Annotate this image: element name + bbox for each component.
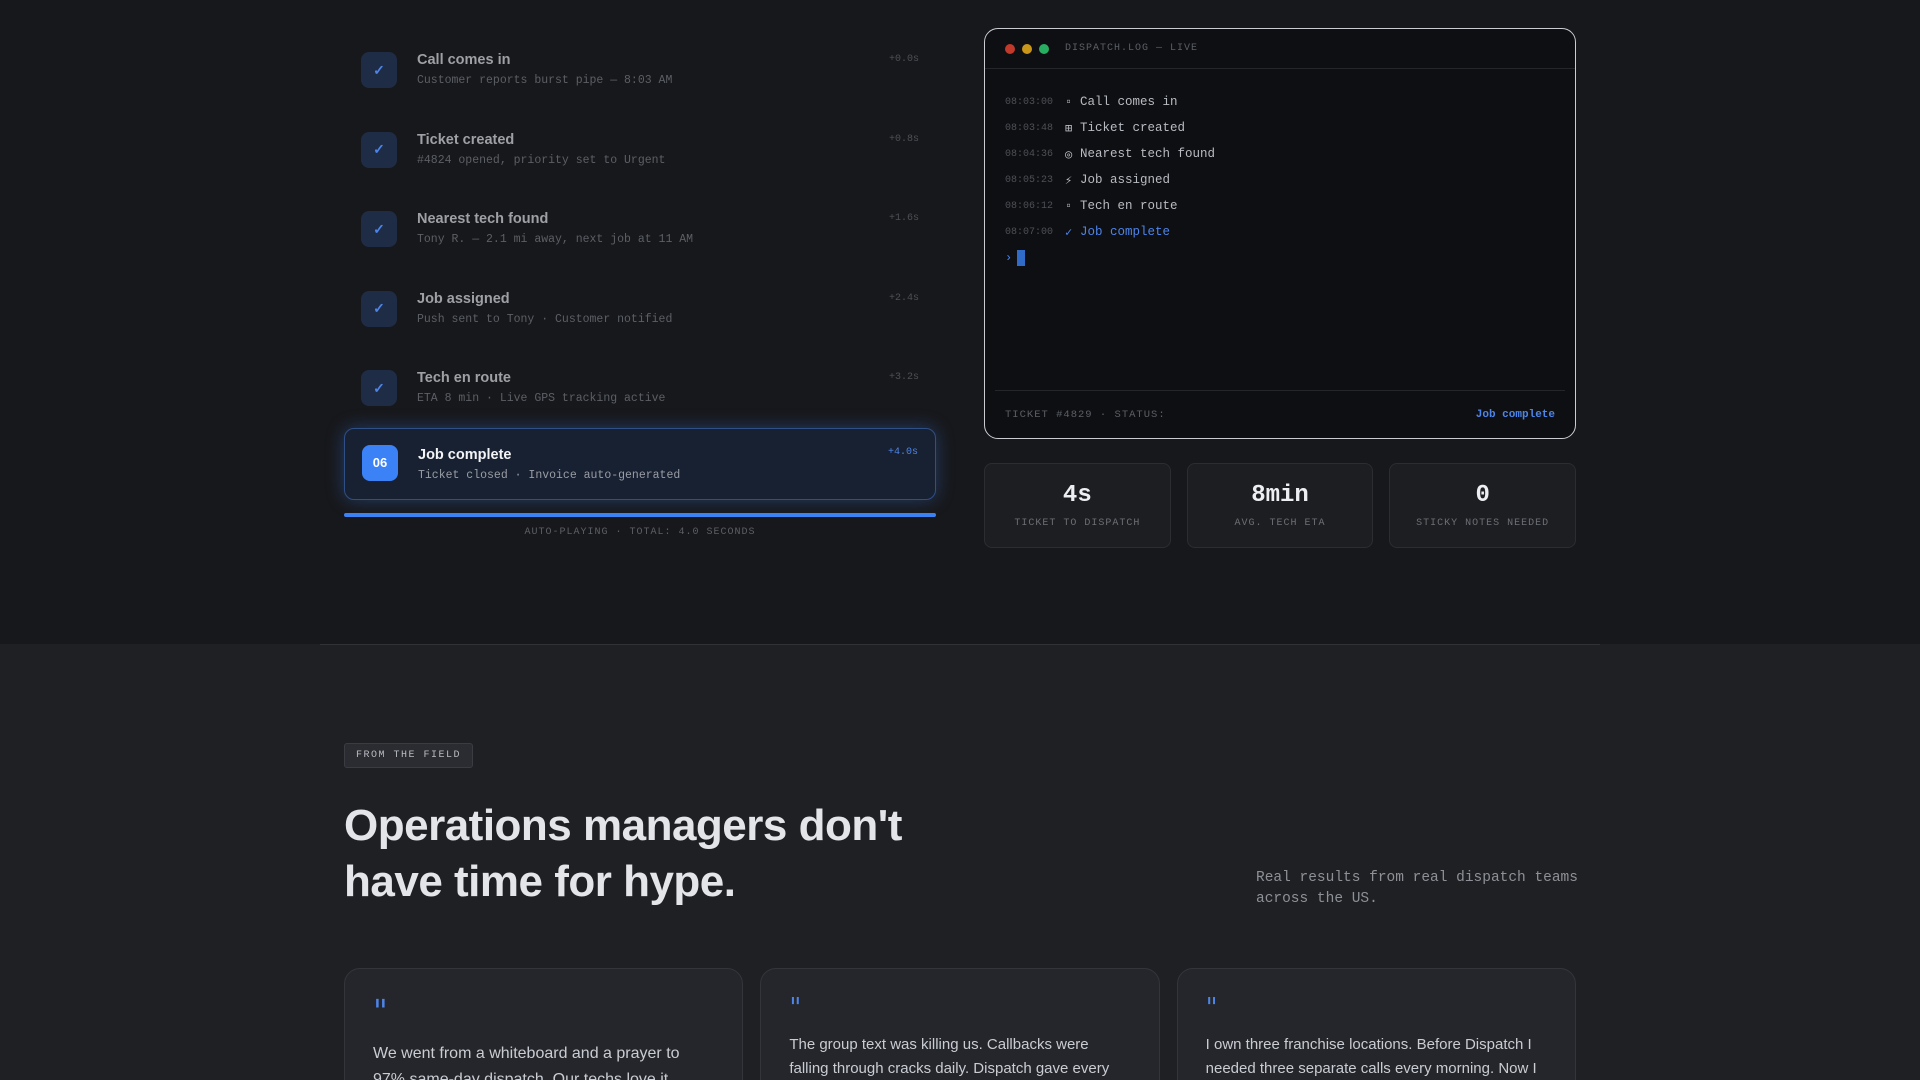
minimize-dot-icon	[1022, 43, 1032, 54]
stat-card: 4s TICKET TO DISPATCH	[984, 463, 1171, 548]
step-ticket-created[interactable]: ✓ Ticket created #4824 opened, priority …	[344, 110, 936, 182]
testimonial-card: " The group text was killing us. Callbac…	[760, 968, 1160, 1080]
step-description: Ticket closed · Invoice auto-generated	[418, 468, 681, 482]
ticket-icon: ⊞	[1065, 121, 1073, 136]
step-job-assigned[interactable]: ✓ Job assigned Push sent to Tony · Custo…	[344, 269, 936, 341]
stat-label: TICKET TO DISPATCH	[1014, 518, 1141, 529]
check-icon: ✓	[361, 131, 397, 168]
step-description: Tony R. — 2.1 mi away, next job at 11 AM	[417, 233, 694, 246]
section-divider	[320, 644, 1600, 645]
terminal-footer: TICKET #4829 · STATUS: Job complete	[995, 390, 1565, 438]
step-nearest-tech-found[interactable]: ✓ Nearest tech found Tony R. — 2.1 mi aw…	[344, 189, 936, 261]
autoplay-progress-bar	[344, 513, 936, 517]
log-timestamp: 08:03:00	[1005, 96, 1054, 108]
step-title: Call comes in	[417, 52, 511, 68]
stat-value: 0	[1475, 482, 1490, 509]
log-text: Call comes in	[1080, 95, 1178, 109]
stat-label: STICKY NOTES NEEDED	[1416, 518, 1550, 529]
step-title: Ticket created	[417, 131, 515, 148]
step-time-offset: +0.8s	[888, 133, 919, 145]
log-text: Ticket created	[1080, 121, 1186, 135]
section-subtitle: Real results from real dispatch teams ac…	[1256, 870, 1578, 907]
stat-card: 0 STICKY NOTES NEEDED	[1389, 463, 1577, 548]
step-number-badge: 06	[362, 444, 398, 481]
step-title: Tech en route	[417, 370, 511, 386]
ticket-status-value: Job complete	[1475, 408, 1555, 421]
log-line: 08:04:36 ◎ Nearest tech found	[1005, 141, 1555, 167]
log-timestamp: 08:04:36	[1005, 148, 1054, 160]
step-job-complete[interactable]: 06 Job complete Ticket closed · Invoice …	[344, 427, 936, 500]
quote-icon: "	[1205, 993, 1218, 1023]
check-icon: ✓	[361, 211, 397, 247]
step-time-offset: +2.4s	[888, 292, 919, 304]
step-time-offset: +1.6s	[888, 213, 919, 224]
log-line: 08:05:23 ⚡ Job assigned	[1005, 167, 1555, 193]
log-line: 08:07:00 ✓ Job complete	[1005, 219, 1555, 245]
testimonial-text: The group text was killing us. Callbacks…	[789, 1036, 1110, 1077]
step-time-offset: +4.0s	[887, 446, 918, 458]
stat-label: AVG. TECH ETA	[1234, 518, 1326, 529]
check-icon: ✓	[1065, 225, 1073, 240]
section-tag: FROM THE FIELD	[344, 743, 474, 768]
log-timestamp: 08:05:23	[1005, 174, 1054, 186]
terminal-cursor	[1017, 250, 1026, 266]
log-text: Tech en route	[1080, 199, 1178, 213]
quote-icon: "	[789, 993, 802, 1023]
check-icon: ✓	[361, 290, 397, 327]
testimonial-text: I own three franchise locations. Before …	[1205, 1036, 1537, 1077]
step-title: Job complete	[418, 446, 512, 463]
stats-row: 4s TICKET TO DISPATCH 8min AVG. TECH ETA…	[984, 463, 1577, 548]
dispatch-steps-list: ✓ Call comes in Customer reports burst p…	[344, 30, 936, 507]
check-icon: ✓	[361, 370, 397, 406]
terminal-title: DISPATCH.LOG — LIVE	[1065, 43, 1199, 54]
maximize-dot-icon	[1039, 43, 1049, 54]
quote-icon: "	[373, 992, 388, 1030]
log-line: 08:06:12 ▫ Tech en route	[1005, 193, 1555, 219]
step-title: Nearest tech found	[417, 211, 549, 227]
step-description: Push sent to Tony · Customer notified	[417, 312, 673, 326]
step-description: #4824 opened, priority set to Urgent	[417, 153, 666, 167]
phone-icon: ▫	[1065, 95, 1073, 109]
log-line: 08:03:48 ⊞ Ticket created	[1005, 115, 1555, 141]
truck-icon: ▫	[1065, 199, 1073, 213]
how-it-works-section	[0, 0, 1920, 644]
testimonial-card: " I own three franchise locations. Befor…	[1176, 968, 1576, 1080]
log-timestamp: 08:06:12	[1005, 200, 1054, 212]
autoplay-label: AUTO-PLAYING · TOTAL: 4.0 SECONDS	[524, 527, 756, 538]
step-description: ETA 8 min · Live GPS tracking active	[417, 392, 666, 405]
section-headline: Operations managers don't have time for …	[344, 801, 902, 906]
step-time-offset: +3.2s	[888, 372, 919, 383]
log-timestamp: 08:03:48	[1005, 122, 1054, 134]
testimonial-card: " We went from a whiteboard and a prayer…	[344, 968, 744, 1080]
stat-value: 4s	[1062, 482, 1092, 509]
stat-card: 8min AVG. TECH ETA	[1186, 463, 1374, 548]
ticket-status-label: TICKET #4829 · STATUS:	[1005, 408, 1166, 421]
step-call-comes-in[interactable]: ✓ Call comes in Customer reports burst p…	[344, 30, 936, 102]
step-time-offset: +0.0s	[888, 54, 919, 65]
log-text: Job complete	[1080, 225, 1171, 239]
log-text: Nearest tech found	[1080, 147, 1216, 161]
step-title: Job assigned	[417, 290, 510, 307]
target-icon: ◎	[1065, 147, 1073, 162]
prompt-chevron-icon: ›	[1005, 251, 1013, 265]
testimonial-cards: " We went from a whiteboard and a prayer…	[344, 968, 1576, 1080]
log-line: 08:03:00 ▫ Call comes in	[1005, 89, 1555, 115]
terminal-prompt[interactable]: ›	[1005, 245, 1555, 271]
check-icon: ✓	[361, 52, 397, 88]
testimonial-text: We went from a whiteboard and a prayer t…	[373, 1045, 680, 1080]
terminal-log: 08:03:00 ▫ Call comes in 08:03:48 ⊞ Tick…	[985, 69, 1575, 271]
log-text: Job assigned	[1080, 173, 1171, 187]
step-description: Customer reports burst pipe — 8:03 AM	[417, 74, 673, 87]
lightning-icon: ⚡	[1065, 173, 1073, 188]
step-tech-en-route[interactable]: ✓ Tech en route ETA 8 min · Live GPS tra…	[344, 348, 936, 420]
close-dot-icon	[1005, 43, 1015, 54]
stat-value: 8min	[1251, 482, 1309, 509]
log-timestamp: 08:07:00	[1005, 226, 1054, 238]
dispatch-log-terminal: DISPATCH.LOG — LIVE 08:03:00 ▫ Call come…	[984, 28, 1576, 439]
terminal-titlebar: DISPATCH.LOG — LIVE	[985, 29, 1575, 69]
